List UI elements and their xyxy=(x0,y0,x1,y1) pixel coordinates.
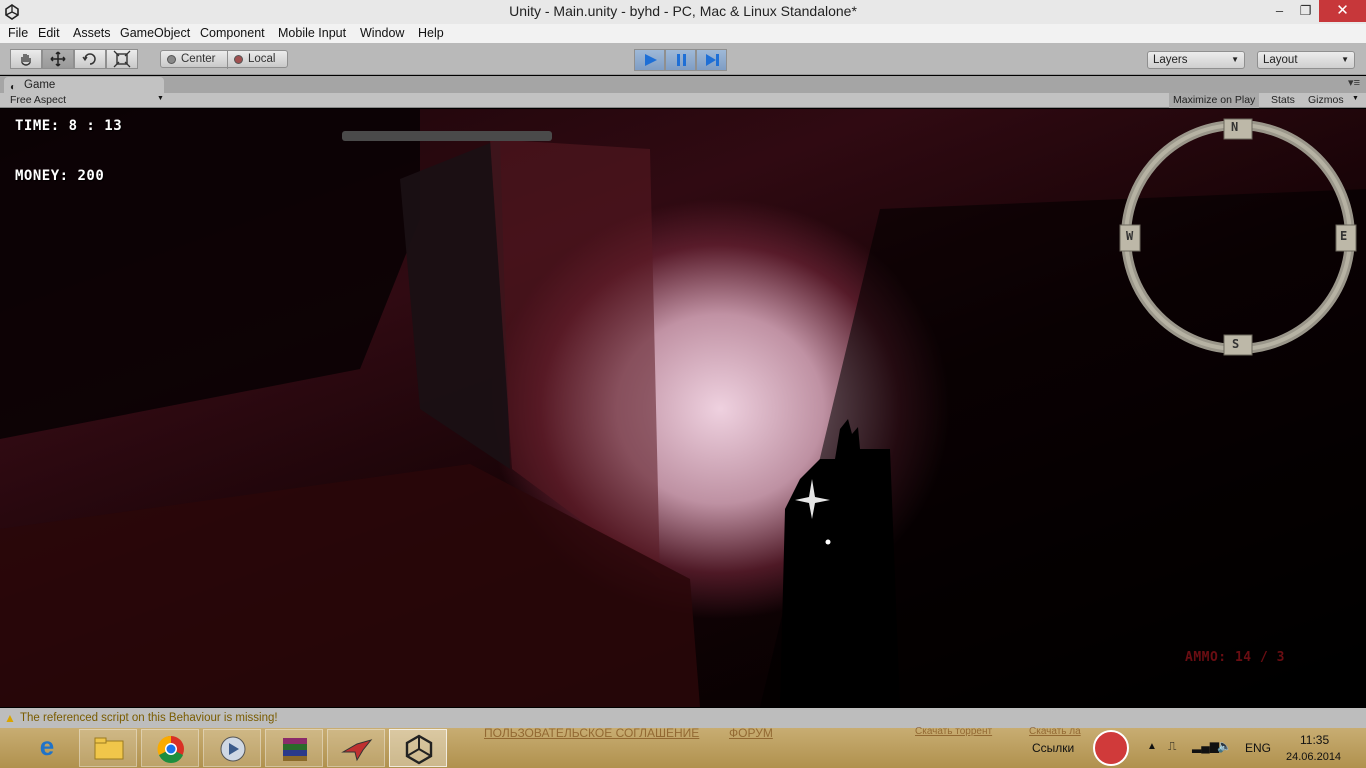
editor-tab-bar: ◐ Game ▾≡ xyxy=(0,76,1366,93)
title-bar: Unity - Main.unity - byhd - PC, Mac & Li… xyxy=(0,0,1366,24)
compass-west: W xyxy=(1126,229,1134,243)
desktop-link-agreement: ПОЛЬЗОВАТЕЛЬСКОЕ СОГЛАШЕНИЕ xyxy=(484,726,700,740)
maximize-button[interactable]: ❐ xyxy=(1292,0,1319,22)
pivot-local-label: Local xyxy=(248,53,276,65)
console-status-bar[interactable]: ▲ The referenced script on this Behaviou… xyxy=(0,708,1366,728)
pivot-center-icon xyxy=(167,55,176,64)
minimize-button[interactable]: ‒ xyxy=(1266,0,1293,22)
network-adapter-icon[interactable]: ⎍ xyxy=(1168,739,1176,754)
winrar-icon xyxy=(283,738,307,761)
input-language[interactable]: ENG xyxy=(1245,741,1271,755)
window-title: Unity - Main.unity - byhd - PC, Mac & Li… xyxy=(509,3,857,19)
weapon-silhouette xyxy=(780,419,900,707)
toolbar: Center Local Layers ▼ Layout ▼ xyxy=(0,43,1366,75)
volume-icon[interactable]: 🔈 xyxy=(1217,739,1232,753)
chevron-down-icon: ▼ xyxy=(1341,55,1349,64)
maximize-on-play-toggle[interactable]: Maximize on Play xyxy=(1169,93,1260,108)
step-icon xyxy=(706,54,719,66)
chevron-down-icon: ▼ xyxy=(1231,55,1239,64)
taskbar-winrar-button[interactable] xyxy=(265,729,323,767)
pause-button[interactable] xyxy=(665,49,696,71)
tray-app-icon[interactable] xyxy=(1093,730,1129,766)
taskbar-ie-button[interactable]: e xyxy=(18,729,76,767)
taskbar-app6-button[interactable] xyxy=(327,729,385,767)
gizmos-dropdown[interactable]: Gizmos xyxy=(1304,93,1348,108)
hand-tool-button[interactable] xyxy=(10,49,42,69)
menu-assets[interactable]: Assets xyxy=(73,26,111,40)
chevron-down-icon: ▼ xyxy=(157,95,164,102)
hand-icon xyxy=(21,54,31,66)
game-scene xyxy=(0,109,1366,707)
signal-bars-icon[interactable]: ▂▄▆ xyxy=(1192,739,1219,753)
compass-east: E xyxy=(1340,229,1348,243)
playback-controls xyxy=(634,49,728,71)
chrome-icon xyxy=(157,735,184,763)
menu-component[interactable]: Component xyxy=(200,26,265,40)
pause-icon xyxy=(677,54,686,66)
scale-icon xyxy=(113,50,131,68)
stats-toggle[interactable]: Stats xyxy=(1267,93,1299,108)
unity-icon xyxy=(405,734,433,765)
show-hidden-icons-chevron[interactable]: ▲ xyxy=(1147,741,1157,752)
desktop-link-download: Скачать ла xyxy=(1029,726,1081,737)
pivot-local-icon xyxy=(234,55,243,64)
rotate-icon xyxy=(82,53,96,65)
tab-menu-icon[interactable]: ▾≡ xyxy=(1348,76,1360,89)
transform-tools xyxy=(10,49,138,69)
game-view-toolbar: Free Aspect ▼ Maximize on Play Stats Giz… xyxy=(0,93,1366,108)
menu-file[interactable]: File xyxy=(8,26,28,40)
taskbar-app4-button[interactable] xyxy=(203,729,261,767)
warning-icon: ▲ xyxy=(4,711,16,725)
menu-edit[interactable]: Edit xyxy=(38,26,60,40)
tab-game-label: Game xyxy=(24,79,56,91)
clock-time[interactable]: 11:35 xyxy=(1300,733,1329,747)
pivot-center-label: Center xyxy=(181,53,216,65)
layers-label: Layers xyxy=(1153,54,1188,66)
taskbar-chrome-button[interactable] xyxy=(141,729,199,767)
pivot-toggle-group: Center Local xyxy=(160,50,289,69)
close-button[interactable]: ✕ xyxy=(1319,0,1366,22)
hud-money: MONEY: 200 xyxy=(15,168,105,184)
game-viewport[interactable]: TIME: 8 : 13 MONEY: 200 AMMO: 14 / 3 N W… xyxy=(0,109,1366,707)
rotate-tool-button[interactable] xyxy=(74,49,106,69)
folder-icon xyxy=(94,737,124,760)
taskbar-explorer-button[interactable] xyxy=(79,729,137,767)
menu-mobile-input[interactable]: Mobile Input xyxy=(278,26,346,40)
menu-bar: File Edit Assets GameObject Component Mo… xyxy=(0,24,1366,43)
aspect-dropdown[interactable]: Free Aspect xyxy=(10,94,66,106)
menu-window[interactable]: Window xyxy=(360,26,404,40)
tab-game[interactable]: ◐ Game xyxy=(4,77,164,93)
airplane-icon xyxy=(341,739,373,762)
layers-dropdown[interactable]: Layers ▼ xyxy=(1147,51,1245,69)
move-icon xyxy=(50,51,66,67)
layout-dropdown[interactable]: Layout ▼ xyxy=(1257,51,1355,69)
internet-explorer-icon: e xyxy=(39,731,55,761)
clock-date[interactable]: 24.06.2014 xyxy=(1286,751,1341,763)
desktop-link-torrent: Скачать торрент xyxy=(915,726,993,737)
chevron-down-icon: ▼ xyxy=(1352,95,1359,102)
pivot-local-button[interactable]: Local xyxy=(227,51,289,69)
play-icon xyxy=(645,54,657,66)
layout-label: Layout xyxy=(1263,54,1298,66)
hud-ammo: AMMO: 14 / 3 xyxy=(1185,650,1285,665)
compass-north: N xyxy=(1231,120,1239,134)
taskbar-unity-button[interactable] xyxy=(389,729,447,767)
menu-help[interactable]: Help xyxy=(418,26,444,40)
menu-gameobject[interactable]: GameObject xyxy=(120,26,190,40)
media-player-icon xyxy=(220,736,246,762)
status-message: The referenced script on this Behaviour … xyxy=(20,712,278,724)
links-toolbar-label[interactable]: Ссылки xyxy=(1032,741,1074,755)
step-button[interactable] xyxy=(696,49,727,71)
desktop-link-forum: ФОРУМ xyxy=(729,726,773,740)
scale-tool-button[interactable] xyxy=(106,49,138,69)
play-button[interactable] xyxy=(634,49,665,71)
pivot-center-button[interactable]: Center xyxy=(161,51,227,69)
compass-south: S xyxy=(1232,337,1240,351)
hud-time: TIME: 8 : 13 xyxy=(15,118,123,134)
ceiling-beam xyxy=(342,131,552,141)
move-tool-button[interactable] xyxy=(42,49,74,69)
